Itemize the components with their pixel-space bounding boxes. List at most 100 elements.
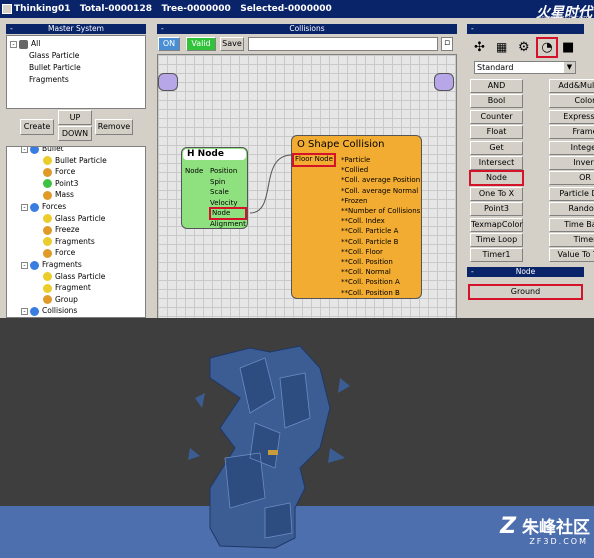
tree-item[interactable]: Fragment: [43, 282, 91, 293]
tree-item[interactable]: Fragments: [43, 236, 95, 247]
master-system-header[interactable]: - Master System: [6, 24, 146, 34]
h-node-output[interactable]: Velocity: [210, 198, 246, 209]
collision-output[interactable]: **Coll. Position: [341, 257, 420, 267]
operator-icon[interactable]: ◔: [536, 37, 558, 58]
down-button[interactable]: DOWN: [58, 126, 92, 141]
collision-output[interactable]: *Particle: [341, 155, 420, 165]
collision-output[interactable]: **Coll. Position A: [341, 277, 420, 287]
operator-button[interactable]: Node: [469, 170, 524, 187]
operator-button[interactable]: Color: [549, 94, 594, 109]
h-node-output[interactable]: Node: [209, 207, 247, 220]
remove-button[interactable]: Remove: [95, 119, 133, 135]
operator-button[interactable]: Bool: [470, 94, 523, 109]
h-node-output[interactable]: Position: [210, 166, 246, 177]
operator-button[interactable]: Particle Data: [549, 186, 594, 201]
tree-item[interactable]: - Fragments: [21, 259, 82, 270]
collapse-icon[interactable]: -: [21, 261, 28, 269]
tree-item-label: Glass Particle: [55, 271, 106, 281]
tree-item-label: Fragments: [42, 260, 82, 269]
operator-button[interactable]: Frame: [549, 125, 594, 140]
ground-button[interactable]: Ground: [468, 284, 583, 300]
operator-button[interactable]: Timer: [549, 233, 594, 247]
tree-item[interactable]: Group: [43, 294, 78, 305]
collisions-header[interactable]: - Collisions: [157, 24, 457, 34]
operator-button[interactable]: Float: [470, 125, 523, 140]
system-tree[interactable]: - Bullet Bullet Particle Force Point3 Mass - Fo…: [6, 146, 146, 318]
tree-item[interactable]: - Bullet: [21, 147, 64, 154]
gear-icon[interactable]: ⚙: [518, 40, 534, 55]
operator-button[interactable]: Value To Time: [549, 248, 594, 263]
collision-output[interactable]: **Coll. Position B: [341, 288, 420, 298]
operator-button[interactable]: Timer1: [470, 248, 523, 263]
h-node-output[interactable]: Spin: [210, 177, 246, 188]
chevron-down-icon[interactable]: ▼: [564, 62, 575, 73]
tree-item[interactable]: Freeze: [43, 224, 79, 235]
collision-output[interactable]: **Coll. Particle A: [341, 226, 420, 236]
operator-button[interactable]: Time Loop: [470, 233, 523, 247]
node-list-icon[interactable]: ▦: [496, 40, 512, 55]
collision-output[interactable]: **Coll. Floor: [341, 247, 420, 257]
category-dropdown[interactable]: Standard ▼: [474, 61, 576, 74]
on-button[interactable]: ON: [158, 37, 180, 51]
collision-output[interactable]: **Number of Collisions: [341, 206, 420, 216]
tree-item[interactable]: Force: [43, 166, 75, 177]
collision-output[interactable]: *Coll. average Position: [341, 175, 420, 185]
tree-item-fragments[interactable]: Fragments: [29, 74, 69, 85]
tree-item[interactable]: Glass Particle: [43, 213, 105, 224]
collapse-icon[interactable]: -: [10, 40, 17, 48]
pick-icon[interactable]: ▫: [441, 37, 453, 51]
collapse-icon[interactable]: -: [21, 307, 28, 315]
tree-item-all[interactable]: - All: [10, 38, 40, 49]
node-header[interactable]: - Node: [467, 267, 584, 277]
tree-item-glass-particle[interactable]: Glass Particle: [29, 50, 79, 61]
create-node-icon[interactable]: ✣: [474, 40, 490, 55]
save-button[interactable]: Save: [220, 37, 244, 51]
operator-button[interactable]: Intersect: [470, 156, 523, 170]
collision-output[interactable]: **Coll. Index: [341, 216, 420, 226]
tree-item-bullet-particle[interactable]: Bullet Particle: [29, 62, 81, 73]
right-panel-header[interactable]: -: [467, 24, 584, 34]
h-node[interactable]: H Node Node Position Spin Scale Velocity Nod…: [181, 147, 248, 229]
node-icon: [43, 237, 52, 247]
operator-button[interactable]: Integer: [549, 140, 594, 155]
cube-icon[interactable]: ■: [562, 40, 578, 55]
operator-button[interactable]: Expression: [549, 109, 594, 124]
collision-output[interactable]: **Coll. Particle B: [341, 237, 420, 247]
tree-item[interactable]: Force: [43, 247, 75, 258]
collision-output[interactable]: *Collied: [341, 165, 420, 175]
tree-item[interactable]: Point3: [43, 178, 78, 189]
operator-button[interactable]: Counter: [470, 109, 523, 124]
tree-item[interactable]: - Forces: [21, 201, 66, 212]
operator-button[interactable]: Time Base: [549, 217, 594, 232]
operator-button[interactable]: Random: [549, 202, 594, 217]
operator-button[interactable]: TexmapColor: [470, 217, 523, 232]
operator-button[interactable]: Invert: [549, 156, 594, 170]
tree-item-label: Collisions: [42, 306, 78, 316]
tree-item[interactable]: - Collisions: [21, 305, 77, 316]
collapse-icon[interactable]: -: [21, 147, 28, 153]
operator-button[interactable]: Get Direction: [470, 140, 523, 164]
up-button[interactable]: UP: [58, 110, 92, 125]
viewport[interactable]: Z 朱峰社区 ZF3D.COM: [0, 318, 594, 558]
floor-node-input[interactable]: Floor Node: [292, 153, 336, 167]
collapse-icon[interactable]: -: [21, 203, 28, 211]
h-node-output[interactable]: Scale: [210, 187, 246, 198]
tree-item[interactable]: Glass Particle: [43, 271, 105, 282]
master-system-tree[interactable]: - All Glass Particle Bullet Particle Frag…: [6, 35, 146, 109]
shape-collision-node[interactable]: O Shape Collision Floor Node *Particle *C…: [291, 135, 422, 299]
tree-item[interactable]: Bullet Particle: [43, 155, 107, 166]
collision-output[interactable]: *Frozen: [341, 196, 420, 206]
collision-output[interactable]: **Coll. Normal: [341, 267, 420, 277]
valid-button[interactable]: Valid: [186, 37, 216, 51]
tree-item[interactable]: Mass: [43, 189, 74, 200]
operator-button[interactable]: Add&Multiply: [549, 79, 594, 93]
collision-output[interactable]: *Coll. average Normal: [341, 186, 420, 196]
operator-button[interactable]: AND: [470, 79, 523, 93]
name-input[interactable]: [248, 37, 438, 51]
h-node-output[interactable]: Alignment: [210, 219, 246, 230]
create-button[interactable]: Create: [20, 119, 54, 135]
operator-button[interactable]: Point3: [470, 202, 523, 217]
operator-button[interactable]: OR: [549, 171, 594, 186]
node-canvas[interactable]: H Node Node Position Spin Scale Velocity Nod…: [157, 54, 457, 335]
operator-button[interactable]: One To X: [470, 186, 523, 201]
